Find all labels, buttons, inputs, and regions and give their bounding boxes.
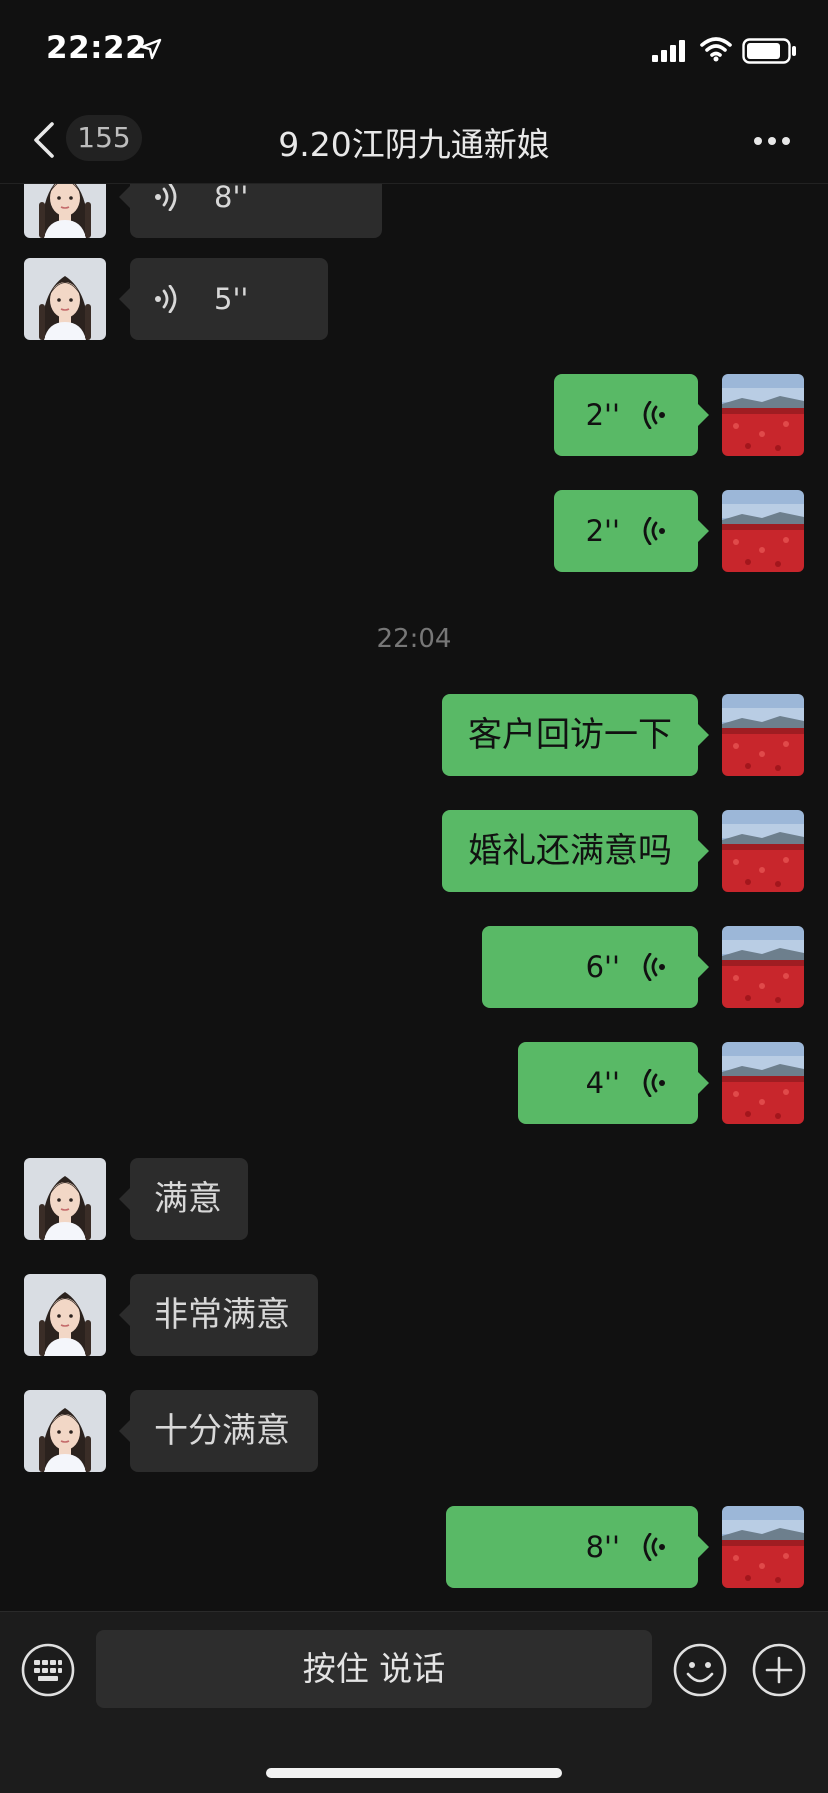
voice-wave-icon (643, 517, 665, 545)
incoming-text-message[interactable]: 非常满意 (119, 1274, 318, 1356)
outgoing-voice-message[interactable]: 8'' (446, 1506, 709, 1588)
voice-wave-icon (643, 1533, 665, 1561)
voice-duration: 2'' (585, 398, 620, 432)
voice-duration: 4'' (585, 1066, 620, 1100)
voice-wave-icon (643, 1069, 665, 1097)
emoji-icon[interactable] (672, 1642, 728, 1698)
contact-avatar[interactable] (24, 1158, 106, 1240)
outgoing-text-message[interactable]: 客户回访一下 (442, 694, 709, 776)
message-row: 客户回访一下 (0, 694, 828, 776)
message-row: 满意 (0, 1158, 828, 1240)
status-time: 22:22 (46, 30, 148, 66)
message-row: 2'' (0, 490, 828, 572)
outgoing-voice-message[interactable]: 2'' (554, 374, 709, 456)
status-bar: 22:22 (0, 0, 828, 100)
outgoing-voice-message[interactable]: 6'' (482, 926, 709, 1008)
more-options-icon[interactable] (752, 135, 792, 147)
voice-duration: 8'' (585, 1530, 620, 1564)
voice-wave-icon (643, 953, 665, 981)
voice-wave-icon (155, 285, 177, 313)
message-row: 十分满意 (0, 1390, 828, 1472)
wifi-icon (700, 37, 732, 62)
my-avatar[interactable] (722, 694, 804, 776)
voice-duration: 6'' (585, 950, 620, 984)
my-avatar[interactable] (722, 926, 804, 1008)
my-avatar[interactable] (722, 1506, 804, 1588)
my-avatar[interactable] (722, 490, 804, 572)
message-row: 非常满意 (0, 1274, 828, 1356)
incoming-voice-message[interactable]: 5'' (119, 258, 328, 340)
message-row: 4'' (0, 1042, 828, 1124)
message-row: 8'' (0, 184, 828, 238)
chat-header: 155 9.20江阴九通新娘 (0, 100, 828, 184)
my-avatar[interactable] (722, 374, 804, 456)
message-row: 婚礼还满意吗 (0, 810, 828, 892)
voice-wave-icon (643, 401, 665, 429)
keyboard-icon[interactable] (20, 1642, 76, 1698)
voice-duration: 8'' (214, 184, 249, 214)
time-divider: 22:04 (376, 624, 452, 654)
home-indicator (266, 1768, 562, 1778)
my-avatar[interactable] (722, 1042, 804, 1124)
location-arrow-icon (140, 38, 162, 60)
contact-avatar[interactable] (24, 1390, 106, 1472)
battery-icon (742, 38, 796, 64)
contact-avatar[interactable] (24, 184, 106, 238)
message-row: 5'' (0, 258, 828, 340)
outgoing-text-message[interactable]: 婚礼还满意吗 (442, 810, 709, 892)
voice-duration: 5'' (214, 282, 249, 316)
message-row: 6'' (0, 926, 828, 1008)
hold-to-talk-button[interactable]: 按住 说话 (96, 1630, 652, 1708)
voice-duration: 2'' (585, 514, 620, 548)
message-row: 2'' (0, 374, 828, 456)
chat-message-list[interactable]: 8'' 5'' 2'' 2'' 22:04 客户回访一下 婚礼还满意吗 6'' … (0, 184, 828, 1610)
contact-avatar[interactable] (24, 1274, 106, 1356)
outgoing-voice-message[interactable]: 4'' (518, 1042, 709, 1124)
outgoing-voice-message[interactable]: 2'' (554, 490, 709, 572)
contact-avatar[interactable] (24, 258, 106, 340)
add-plus-icon[interactable] (751, 1642, 807, 1698)
incoming-text-message[interactable]: 满意 (119, 1158, 248, 1240)
cellular-signal-icon (652, 40, 685, 62)
incoming-voice-message[interactable]: 8'' (119, 184, 382, 238)
chat-title: 9.20江阴九通新娘 (278, 125, 550, 164)
incoming-text-message[interactable]: 十分满意 (119, 1390, 318, 1472)
message-row: 8'' (0, 1506, 828, 1588)
my-avatar[interactable] (722, 810, 804, 892)
input-bar: 按住 说话 (0, 1611, 828, 1793)
voice-wave-icon (155, 184, 177, 211)
